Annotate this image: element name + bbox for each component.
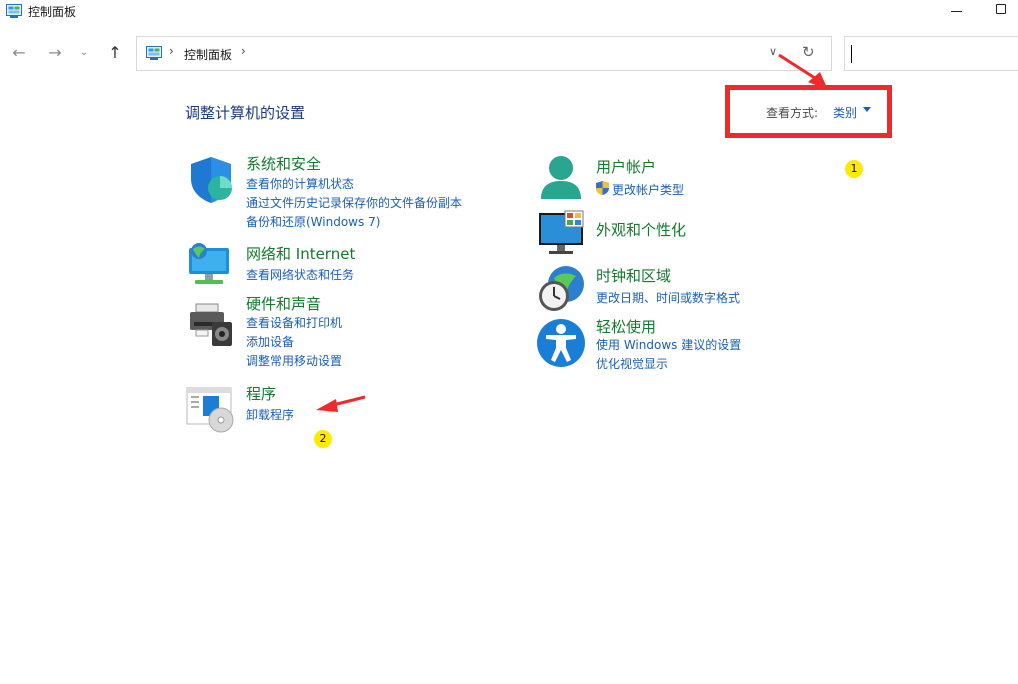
back-arrow-icon[interactable]: ←	[8, 42, 30, 64]
forward-arrow-icon[interactable]: →	[44, 42, 66, 64]
link-mobility-settings[interactable]: 调整常用移动设置	[246, 352, 342, 369]
link-view-computer-status[interactable]: 查看你的计算机状态	[246, 175, 354, 192]
breadcrumb-separator[interactable]: ›	[241, 44, 246, 58]
category-programs[interactable]: 程序	[246, 383, 276, 404]
link-uninstall-program[interactable]: 卸载程序	[246, 406, 294, 423]
network-globe-icon[interactable]	[185, 240, 235, 290]
link-backup-restore[interactable]: 备份和还原(Windows 7)	[246, 213, 380, 230]
shield-icon[interactable]	[187, 155, 237, 205]
up-arrow-icon[interactable]: ↑	[104, 42, 126, 64]
monitor-palette-icon[interactable]	[537, 209, 587, 259]
category-network-internet[interactable]: 网络和 Internet	[246, 243, 355, 264]
category-ease-of-access[interactable]: 轻松使用	[596, 316, 656, 337]
maximize-icon[interactable]	[996, 4, 1006, 14]
link-add-device[interactable]: 添加设备	[246, 333, 294, 350]
annotation-marker-1: 1	[845, 160, 863, 178]
printer-speaker-icon[interactable]	[186, 300, 236, 350]
annotation-arrow-2-head	[316, 399, 338, 412]
recent-locations-chevron-icon[interactable]: ⌄	[76, 42, 92, 64]
window-title: 控制面板	[28, 5, 77, 19]
link-recommended-settings[interactable]: 使用 Windows 建议的设置	[596, 336, 741, 353]
address-dropdown-chevron-icon[interactable]: ∨	[769, 45, 777, 58]
address-bar[interactable]: › 控制面板 › ∨ ↻	[136, 36, 832, 71]
refresh-icon[interactable]: ↻	[802, 43, 815, 61]
accessibility-icon[interactable]	[536, 318, 586, 368]
search-input[interactable]	[844, 36, 1018, 71]
breadcrumb-control-panel[interactable]: 控制面板	[184, 46, 232, 63]
link-devices-printers[interactable]: 查看设备和打印机	[246, 314, 342, 331]
text-caret	[851, 45, 852, 63]
annotation-arrow-2-shaft	[332, 395, 366, 407]
link-change-account-type[interactable]: 更改帐户类型	[612, 181, 684, 198]
category-clock-region[interactable]: 时钟和区域	[596, 265, 671, 286]
control-panel-icon	[6, 4, 22, 18]
annotation-highlight-box	[725, 85, 892, 138]
category-hardware-sound[interactable]: 硬件和声音	[246, 293, 321, 314]
page-title: 调整计算机的设置	[185, 104, 306, 122]
minimize-icon[interactable]	[950, 2, 964, 18]
control-panel-icon	[146, 46, 162, 60]
link-network-status[interactable]: 查看网络状态和任务	[246, 266, 354, 283]
uac-shield-icon	[596, 181, 609, 195]
link-change-date-time-format[interactable]: 更改日期、时间或数字格式	[596, 289, 740, 306]
category-user-accounts[interactable]: 用户帐户	[596, 156, 656, 177]
clock-globe-icon[interactable]	[536, 264, 586, 314]
programs-disc-icon[interactable]	[185, 384, 235, 434]
title-bar: 控制面板	[0, 0, 1018, 24]
category-system-security[interactable]: 系统和安全	[246, 153, 321, 174]
annotation-marker-2: 2	[314, 430, 332, 448]
breadcrumb-separator[interactable]: ›	[169, 44, 174, 58]
link-optimize-visual-display[interactable]: 优化视觉显示	[596, 355, 668, 372]
link-file-history-backup[interactable]: 通过文件历史记录保存你的文件备份副本	[246, 194, 462, 211]
user-account-icon[interactable]	[537, 153, 587, 203]
category-appearance-personalization[interactable]: 外观和个性化	[596, 219, 686, 240]
